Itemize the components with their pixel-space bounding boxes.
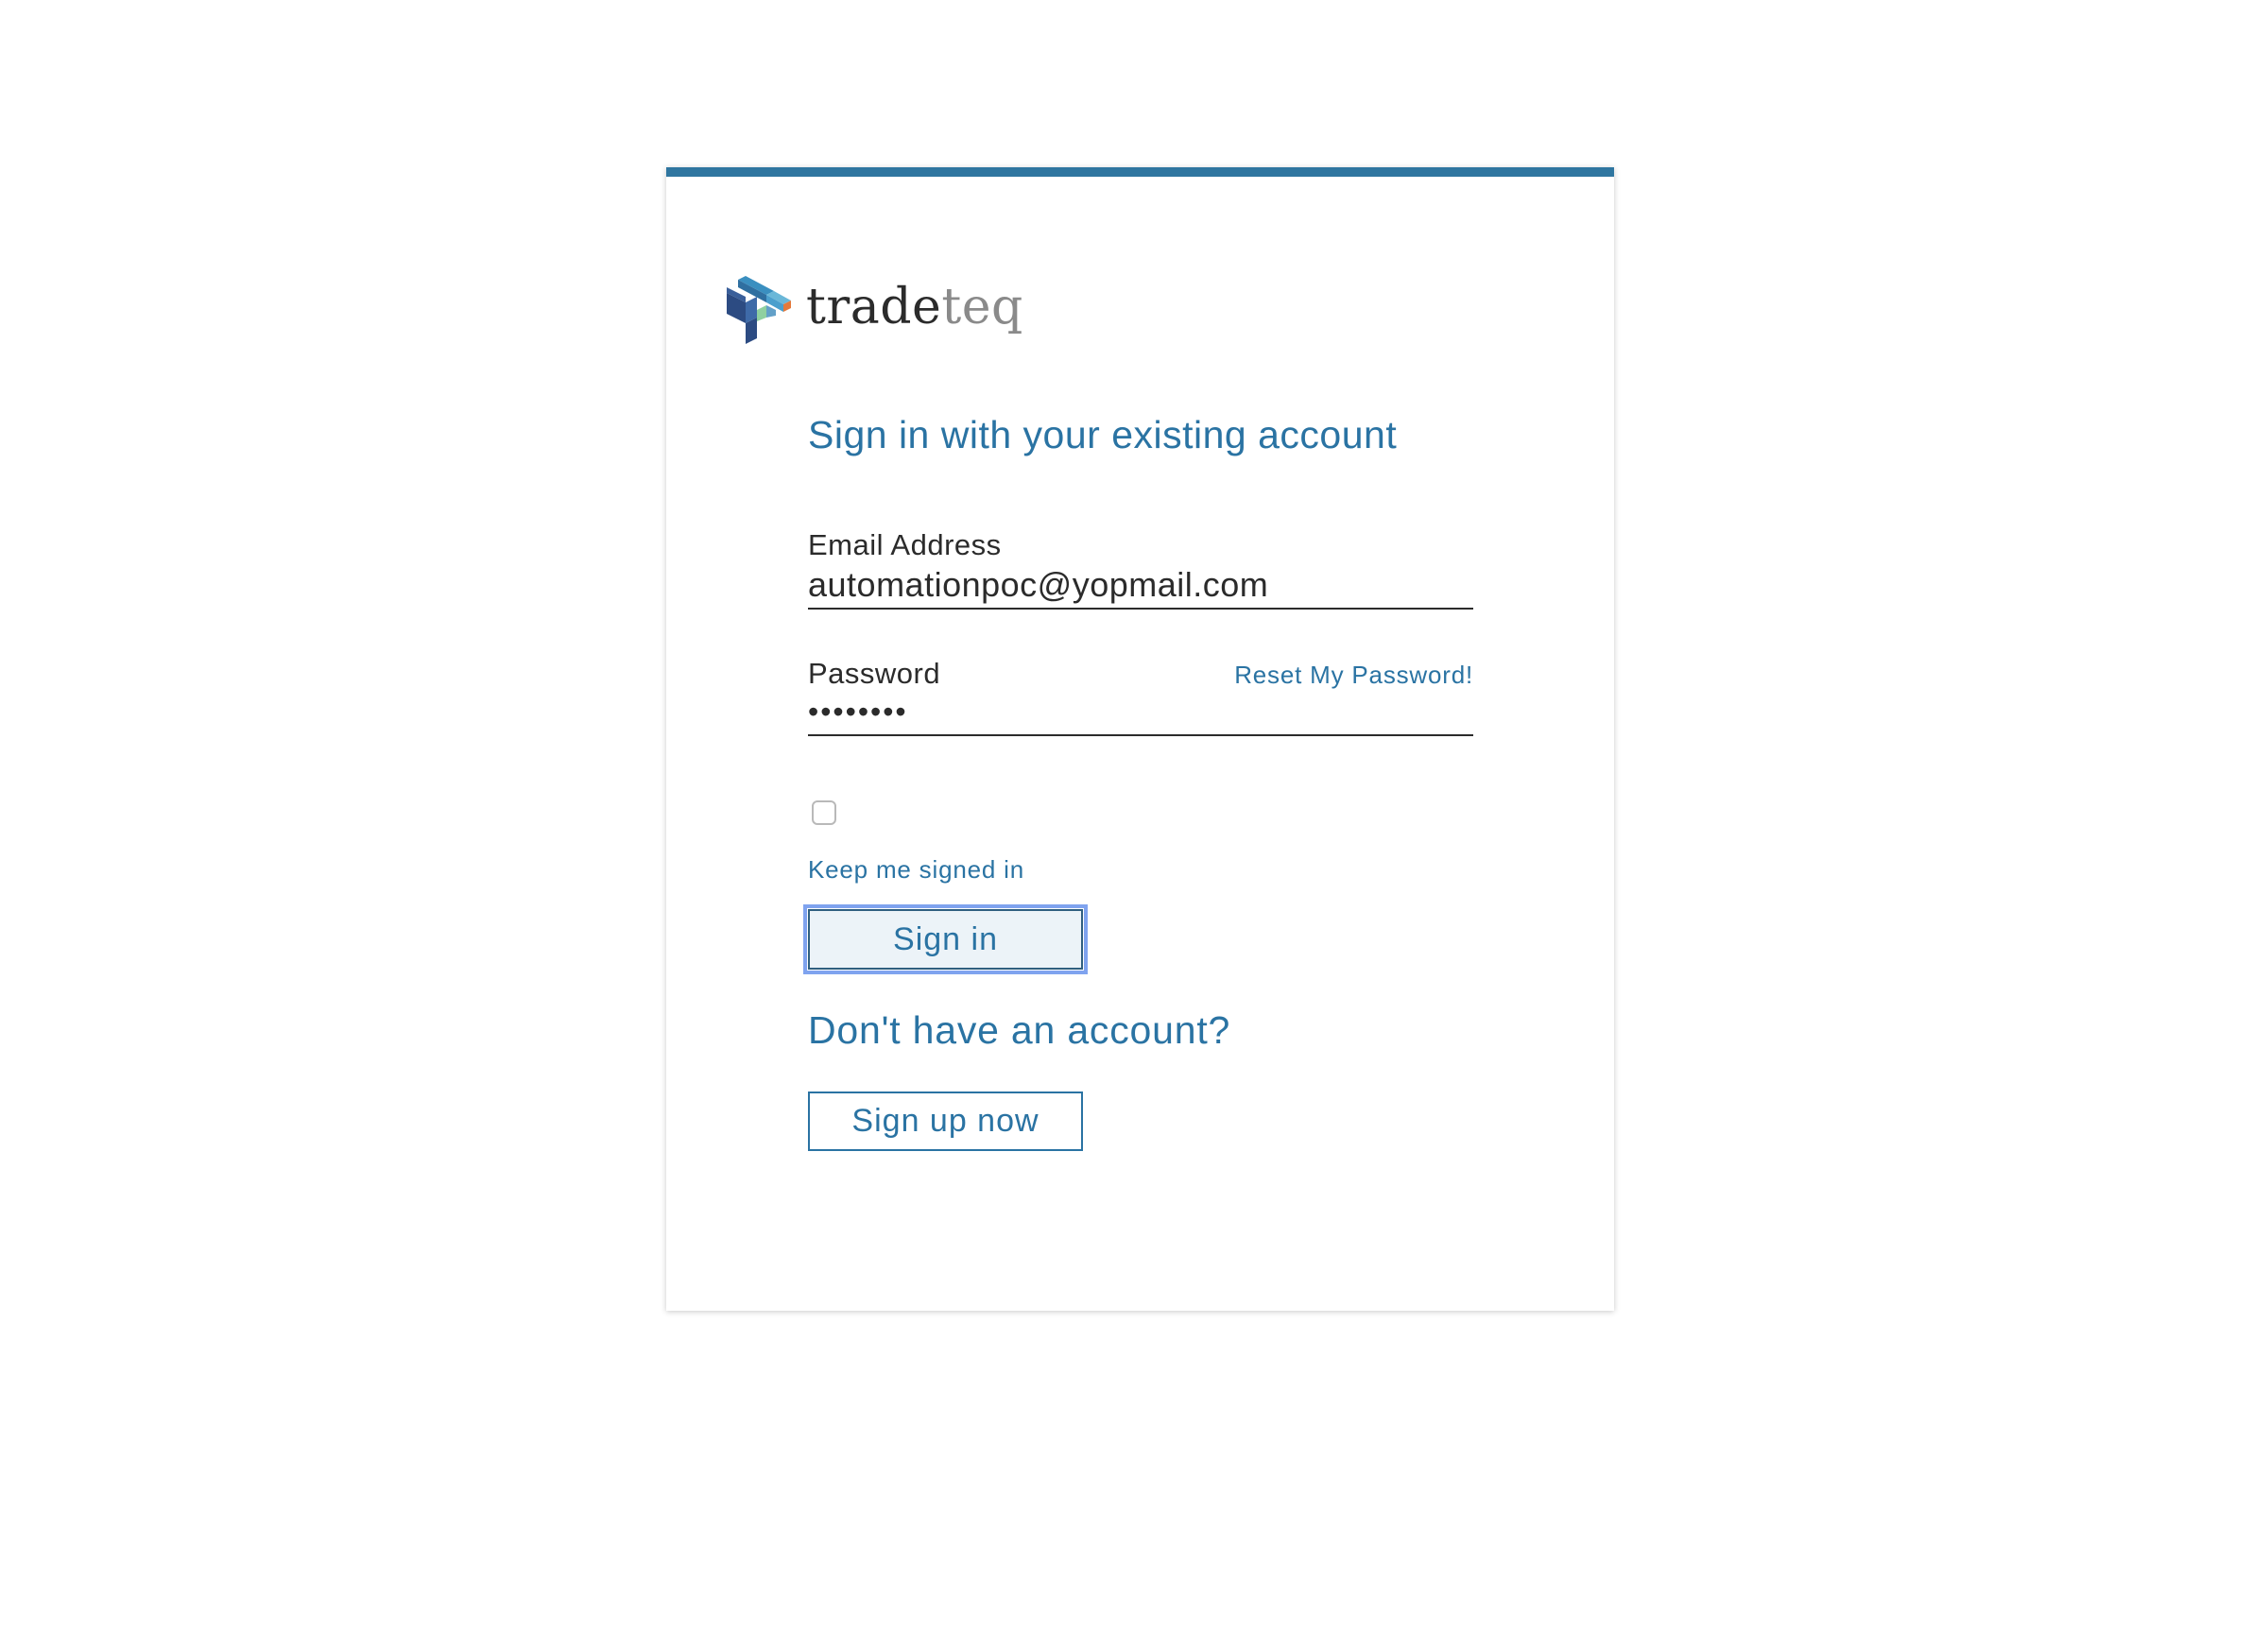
keep-signed-in-label[interactable]: Keep me signed in	[808, 855, 1024, 885]
password-label: Password	[808, 657, 941, 690]
password-field[interactable]: ••••••••	[808, 689, 1473, 736]
signin-heading: Sign in with your existing account	[808, 413, 1398, 456]
no-account-heading: Don't have an account?	[808, 1008, 1231, 1052]
tradeteq-logo: tradeteq	[725, 271, 1023, 347]
email-label: Email Address	[808, 528, 1002, 561]
wordmark-trade: trade	[806, 279, 942, 335]
tradeteq-logo-icon	[727, 276, 791, 344]
signin-button[interactable]: Sign in	[803, 904, 1088, 974]
signup-button[interactable]: Sign up now	[808, 1092, 1083, 1151]
keep-signed-in-checkbox[interactable]	[812, 800, 836, 825]
tradeteq-wordmark: tradeteq	[806, 283, 1023, 332]
email-field[interactable]	[808, 562, 1473, 610]
wordmark-teq: teq	[941, 279, 1023, 335]
reset-password-link[interactable]: Reset My Password!	[1234, 661, 1473, 690]
signin-card: tradeteq Sign in with your existing acco…	[666, 167, 1614, 1311]
